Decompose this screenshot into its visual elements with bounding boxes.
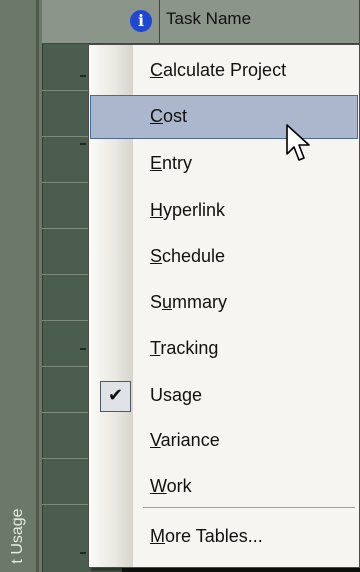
menu-item-cost[interactable]: Cost: [90, 95, 358, 139]
table-header-row: i Task Name: [42, 0, 360, 44]
indicators-column-header[interactable]: i: [122, 0, 160, 44]
row-marker: [80, 75, 86, 77]
row-marker: [80, 552, 86, 554]
menu-item-summary[interactable]: Summary: [90, 281, 358, 325]
menu-item-label: More Tables...: [150, 526, 263, 546]
menu-item-more-tables[interactable]: More Tables...: [90, 515, 358, 559]
menu-item-label: Cost: [150, 106, 188, 126]
menu-item-calculate-project[interactable]: Calculate Project: [90, 49, 358, 93]
menu-item-hyperlink[interactable]: Hyperlink: [90, 189, 358, 233]
view-bar[interactable]: t Usage: [0, 0, 42, 572]
screen: t Usage i Task Name t e A e e A e e Calc…: [0, 0, 360, 572]
menu-item-label: Calculate Project: [150, 60, 287, 80]
view-bar-divider: [36, 0, 39, 572]
view-bar-label-text: t Usage: [9, 508, 26, 564]
menu-item-tracking[interactable]: Tracking: [90, 327, 358, 371]
menu-item-label: Schedule: [150, 246, 226, 266]
table-context-menu: Calculate Project Cost Entry Hyperlink S…: [88, 44, 360, 568]
menu-item-work[interactable]: Work: [90, 465, 358, 509]
menu-separator: [143, 507, 355, 508]
menu-item-entry[interactable]: Entry: [90, 142, 358, 186]
row-marker: [80, 143, 86, 145]
menu-item-label: Summary: [150, 292, 228, 312]
menu-item-label: Tracking: [150, 338, 219, 358]
mouse-pointer-icon: [286, 124, 310, 161]
checkmark-icon: ✔: [100, 381, 131, 412]
row-marker: [80, 348, 86, 350]
menu-item-label: Entry: [150, 153, 193, 173]
menu-item-usage[interactable]: ✔ Usage: [90, 374, 358, 418]
menu-item-label: Hyperlink: [150, 200, 226, 220]
task-name-column-header[interactable]: Task Name: [160, 0, 360, 44]
menu-item-label: Work: [150, 476, 192, 496]
menu-item-label: Usage: [150, 385, 203, 405]
menu-item-variance[interactable]: Variance: [90, 419, 358, 463]
task-name-header-label: Task Name: [166, 9, 252, 28]
view-bar-label[interactable]: t Usage: [0, 500, 38, 572]
menu-item-schedule[interactable]: Schedule: [90, 235, 358, 279]
menu-item-label: Variance: [150, 430, 220, 450]
info-icon: i: [130, 10, 152, 32]
